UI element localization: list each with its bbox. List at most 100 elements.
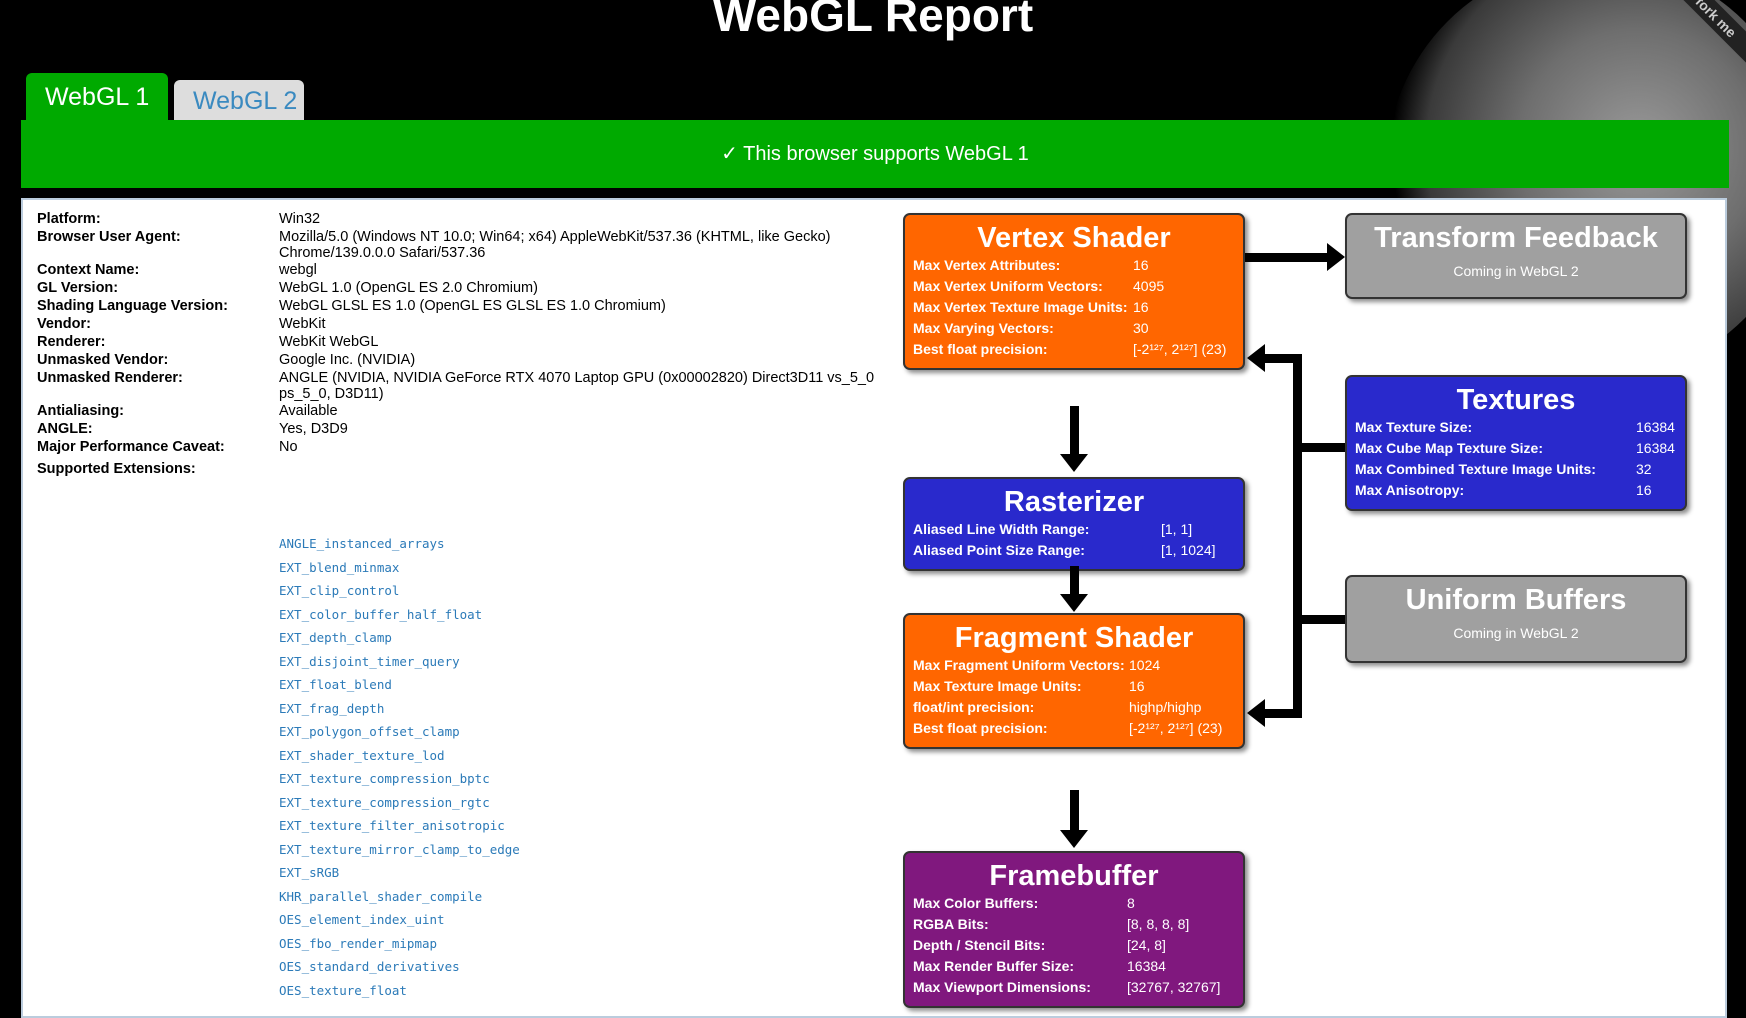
rasterizer-box: Rasterizer Aliased Line Width Range: [1, … bbox=[903, 477, 1245, 571]
vertex-row: Max Vertex Attributes: 16 bbox=[913, 257, 1235, 274]
bus-to-fragment bbox=[1263, 709, 1302, 718]
info-key: Unmasked Vendor: bbox=[37, 352, 169, 368]
vertex-row: Max Vertex Texture Image Units: 16 bbox=[913, 299, 1235, 316]
vertex-row: Max Varying Vectors: 30 bbox=[913, 320, 1235, 337]
extensions-list: ANGLE_instanced_arrays EXT_blend_minmax EX… bbox=[279, 532, 520, 1002]
framebuffer-row: RGBA Bits: [8, 8, 8, 8] bbox=[913, 916, 1235, 933]
extension-link[interactable]: EXT_depth_clamp bbox=[279, 626, 520, 650]
extension-link[interactable]: EXT_disjoint_timer_query bbox=[279, 650, 520, 674]
textures-row: Max Combined Texture Image Units: 32 bbox=[1355, 461, 1677, 478]
textures-row-value: 16 bbox=[1636, 482, 1652, 498]
extension-link[interactable]: EXT_shader_texture_lod bbox=[279, 744, 520, 768]
extension-link[interactable]: KHR_parallel_shader_compile bbox=[279, 885, 520, 909]
framebuffer-row-value: [8, 8, 8, 8] bbox=[1127, 916, 1190, 932]
extension-link[interactable]: ANGLE_instanced_arrays bbox=[279, 532, 520, 556]
framebuffer-row: Depth / Stencil Bits: [24, 8] bbox=[913, 937, 1235, 954]
fragment-row-label: Max Fragment Uniform Vectors: bbox=[913, 657, 1125, 673]
extension-link[interactable]: EXT_frag_depth bbox=[279, 697, 520, 721]
extension-link[interactable]: OES_standard_derivatives bbox=[279, 955, 520, 979]
info-value: WebGL 1.0 (OpenGL ES 2.0 Chromium) bbox=[279, 280, 538, 296]
info-row: Vendor: WebKit bbox=[37, 316, 899, 332]
extension-link[interactable]: EXT_texture_filter_anisotropic bbox=[279, 814, 520, 838]
fragment-shader-title: Fragment Shader bbox=[954, 622, 1194, 654]
textures-row-label: Max Combined Texture Image Units: bbox=[1355, 461, 1596, 477]
extension-link[interactable]: EXT_polygon_offset_clamp bbox=[279, 720, 520, 744]
info-value: WebKit WebGL bbox=[279, 334, 379, 350]
fragment-row-value: 1024 bbox=[1129, 657, 1161, 673]
extension-link[interactable]: EXT_clip_control bbox=[279, 579, 520, 603]
info-key: Major Performance Caveat: bbox=[37, 439, 225, 455]
arrowhead-right bbox=[1327, 243, 1345, 271]
framebuffer-row: Max Render Buffer Size: 16384 bbox=[913, 958, 1235, 975]
rasterizer-row: Aliased Point Size Range: [1, 1024] bbox=[913, 542, 1235, 559]
support-banner: ✓ This browser supports WebGL 1 bbox=[21, 120, 1729, 188]
extension-link[interactable]: EXT_blend_minmax bbox=[279, 556, 520, 580]
arrow-rasterizer-fragment bbox=[1070, 566, 1079, 596]
rasterizer-row-label: Aliased Line Width Range: bbox=[913, 521, 1090, 537]
uniform-buffers-note: Coming in WebGL 2 bbox=[1453, 625, 1579, 641]
fragment-shader-box: Fragment Shader Max Fragment Uniform Vec… bbox=[903, 613, 1245, 749]
vertex-row-label: Max Vertex Texture Image Units: bbox=[913, 299, 1128, 315]
framebuffer-row-label: RGBA Bits: bbox=[913, 916, 989, 932]
fragment-row: Max Fragment Uniform Vectors: 1024 bbox=[913, 657, 1235, 674]
info-row: Antialiasing: Available bbox=[37, 403, 899, 419]
tab-webgl2[interactable]: WebGL 2 bbox=[174, 80, 304, 121]
info-value: Mozilla/5.0 (Windows NT 10.0; Win64; x64… bbox=[279, 229, 831, 261]
info-key: Shading Language Version: bbox=[37, 298, 228, 314]
info-key: Antialiasing: bbox=[37, 403, 125, 419]
info-value: Google Inc. (NVIDIA) bbox=[279, 352, 416, 368]
arrowhead-left bbox=[1247, 699, 1265, 727]
info-value bbox=[279, 461, 899, 477]
framebuffer-row: Max Color Buffers: 8 bbox=[913, 895, 1235, 912]
arrow-vertex-transform bbox=[1245, 253, 1329, 262]
framebuffer-row-label: Max Viewport Dimensions: bbox=[913, 979, 1091, 995]
info-value: WebGL GLSL ES 1.0 (OpenGL ES GLSL ES 1.0… bbox=[279, 298, 666, 314]
transform-feedback-note: Coming in WebGL 2 bbox=[1453, 263, 1579, 279]
report-panel: Platform: Win32 Browser User Agent: Mozilla… bbox=[21, 198, 1727, 1018]
transform-feedback-title: Transform Feedback bbox=[1374, 222, 1658, 254]
info-row: Shading Language Version: WebGL GLSL ES 1… bbox=[37, 298, 899, 314]
info-value: webgl bbox=[279, 262, 317, 278]
vertex-row-label: Best float precision: bbox=[913, 341, 1048, 357]
info-key: Browser User Agent: bbox=[37, 229, 181, 245]
extension-link[interactable]: EXT_texture_compression_rgtc bbox=[279, 791, 520, 815]
framebuffer-row: Max Viewport Dimensions: [32767, 32767] bbox=[913, 979, 1235, 996]
extension-link[interactable]: OES_texture_float bbox=[279, 979, 520, 1003]
vertex-row: Best float precision: [-2¹²⁷, 2¹²⁷] (23) bbox=[913, 341, 1235, 358]
bus-from-uniforms bbox=[1302, 615, 1345, 624]
info-value: WebKit bbox=[279, 316, 326, 332]
textures-row: Max Cube Map Texture Size: 16384 bbox=[1355, 440, 1677, 457]
info-key: Unmasked Renderer: bbox=[37, 370, 183, 386]
textures-row-label: Max Texture Size: bbox=[1355, 419, 1473, 435]
textures-row: Max Anisotropy: 16 bbox=[1355, 482, 1677, 499]
fragment-row-value: 16 bbox=[1129, 678, 1145, 694]
bus-to-vertex bbox=[1263, 354, 1302, 363]
extension-link[interactable]: EXT_sRGB bbox=[279, 861, 520, 885]
page-title: WebGL Report bbox=[712, 0, 1034, 41]
framebuffer-row-value: 16384 bbox=[1127, 958, 1166, 974]
info-key: GL Version: bbox=[37, 280, 119, 296]
tab-webgl1[interactable]: WebGL 1 bbox=[26, 73, 168, 121]
framebuffer-row-value: 8 bbox=[1127, 895, 1135, 911]
extension-link[interactable]: OES_fbo_render_mipmap bbox=[279, 932, 520, 956]
info-value: ANGLE (NVIDIA, NVIDIA GeForce RTX 4070 L… bbox=[279, 370, 875, 402]
vertex-row-label: Max Varying Vectors: bbox=[913, 320, 1054, 336]
textures-row-label: Max Anisotropy: bbox=[1355, 482, 1465, 498]
info-key: Platform: bbox=[37, 211, 101, 227]
vertex-shader-box: Vertex Shader Max Vertex Attributes: 16 Ma… bbox=[903, 213, 1245, 370]
fragment-row: float/int precision: highp/highp bbox=[913, 699, 1235, 716]
extension-link[interactable]: OES_element_index_uint bbox=[279, 908, 520, 932]
info-value: Yes, D3D9 bbox=[279, 421, 348, 437]
extension-link[interactable]: EXT_color_buffer_half_float bbox=[279, 603, 520, 627]
info-key: Vendor: bbox=[37, 316, 91, 332]
extension-link[interactable]: EXT_texture_mirror_clamp_to_edge bbox=[279, 838, 520, 862]
vertex-row-label: Max Vertex Uniform Vectors: bbox=[913, 278, 1103, 294]
info-row: Renderer: WebKit WebGL bbox=[37, 334, 899, 350]
framebuffer-row-label: Max Render Buffer Size: bbox=[913, 958, 1075, 974]
extension-link[interactable]: EXT_texture_compression_bptc bbox=[279, 767, 520, 791]
info-row: Unmasked Vendor: Google Inc. (NVIDIA) bbox=[37, 352, 899, 368]
vertex-row-value: 16 bbox=[1133, 299, 1149, 315]
textures-row-value: 32 bbox=[1636, 461, 1652, 477]
framebuffer-row-value: [24, 8] bbox=[1127, 937, 1166, 953]
extension-link[interactable]: EXT_float_blend bbox=[279, 673, 520, 697]
